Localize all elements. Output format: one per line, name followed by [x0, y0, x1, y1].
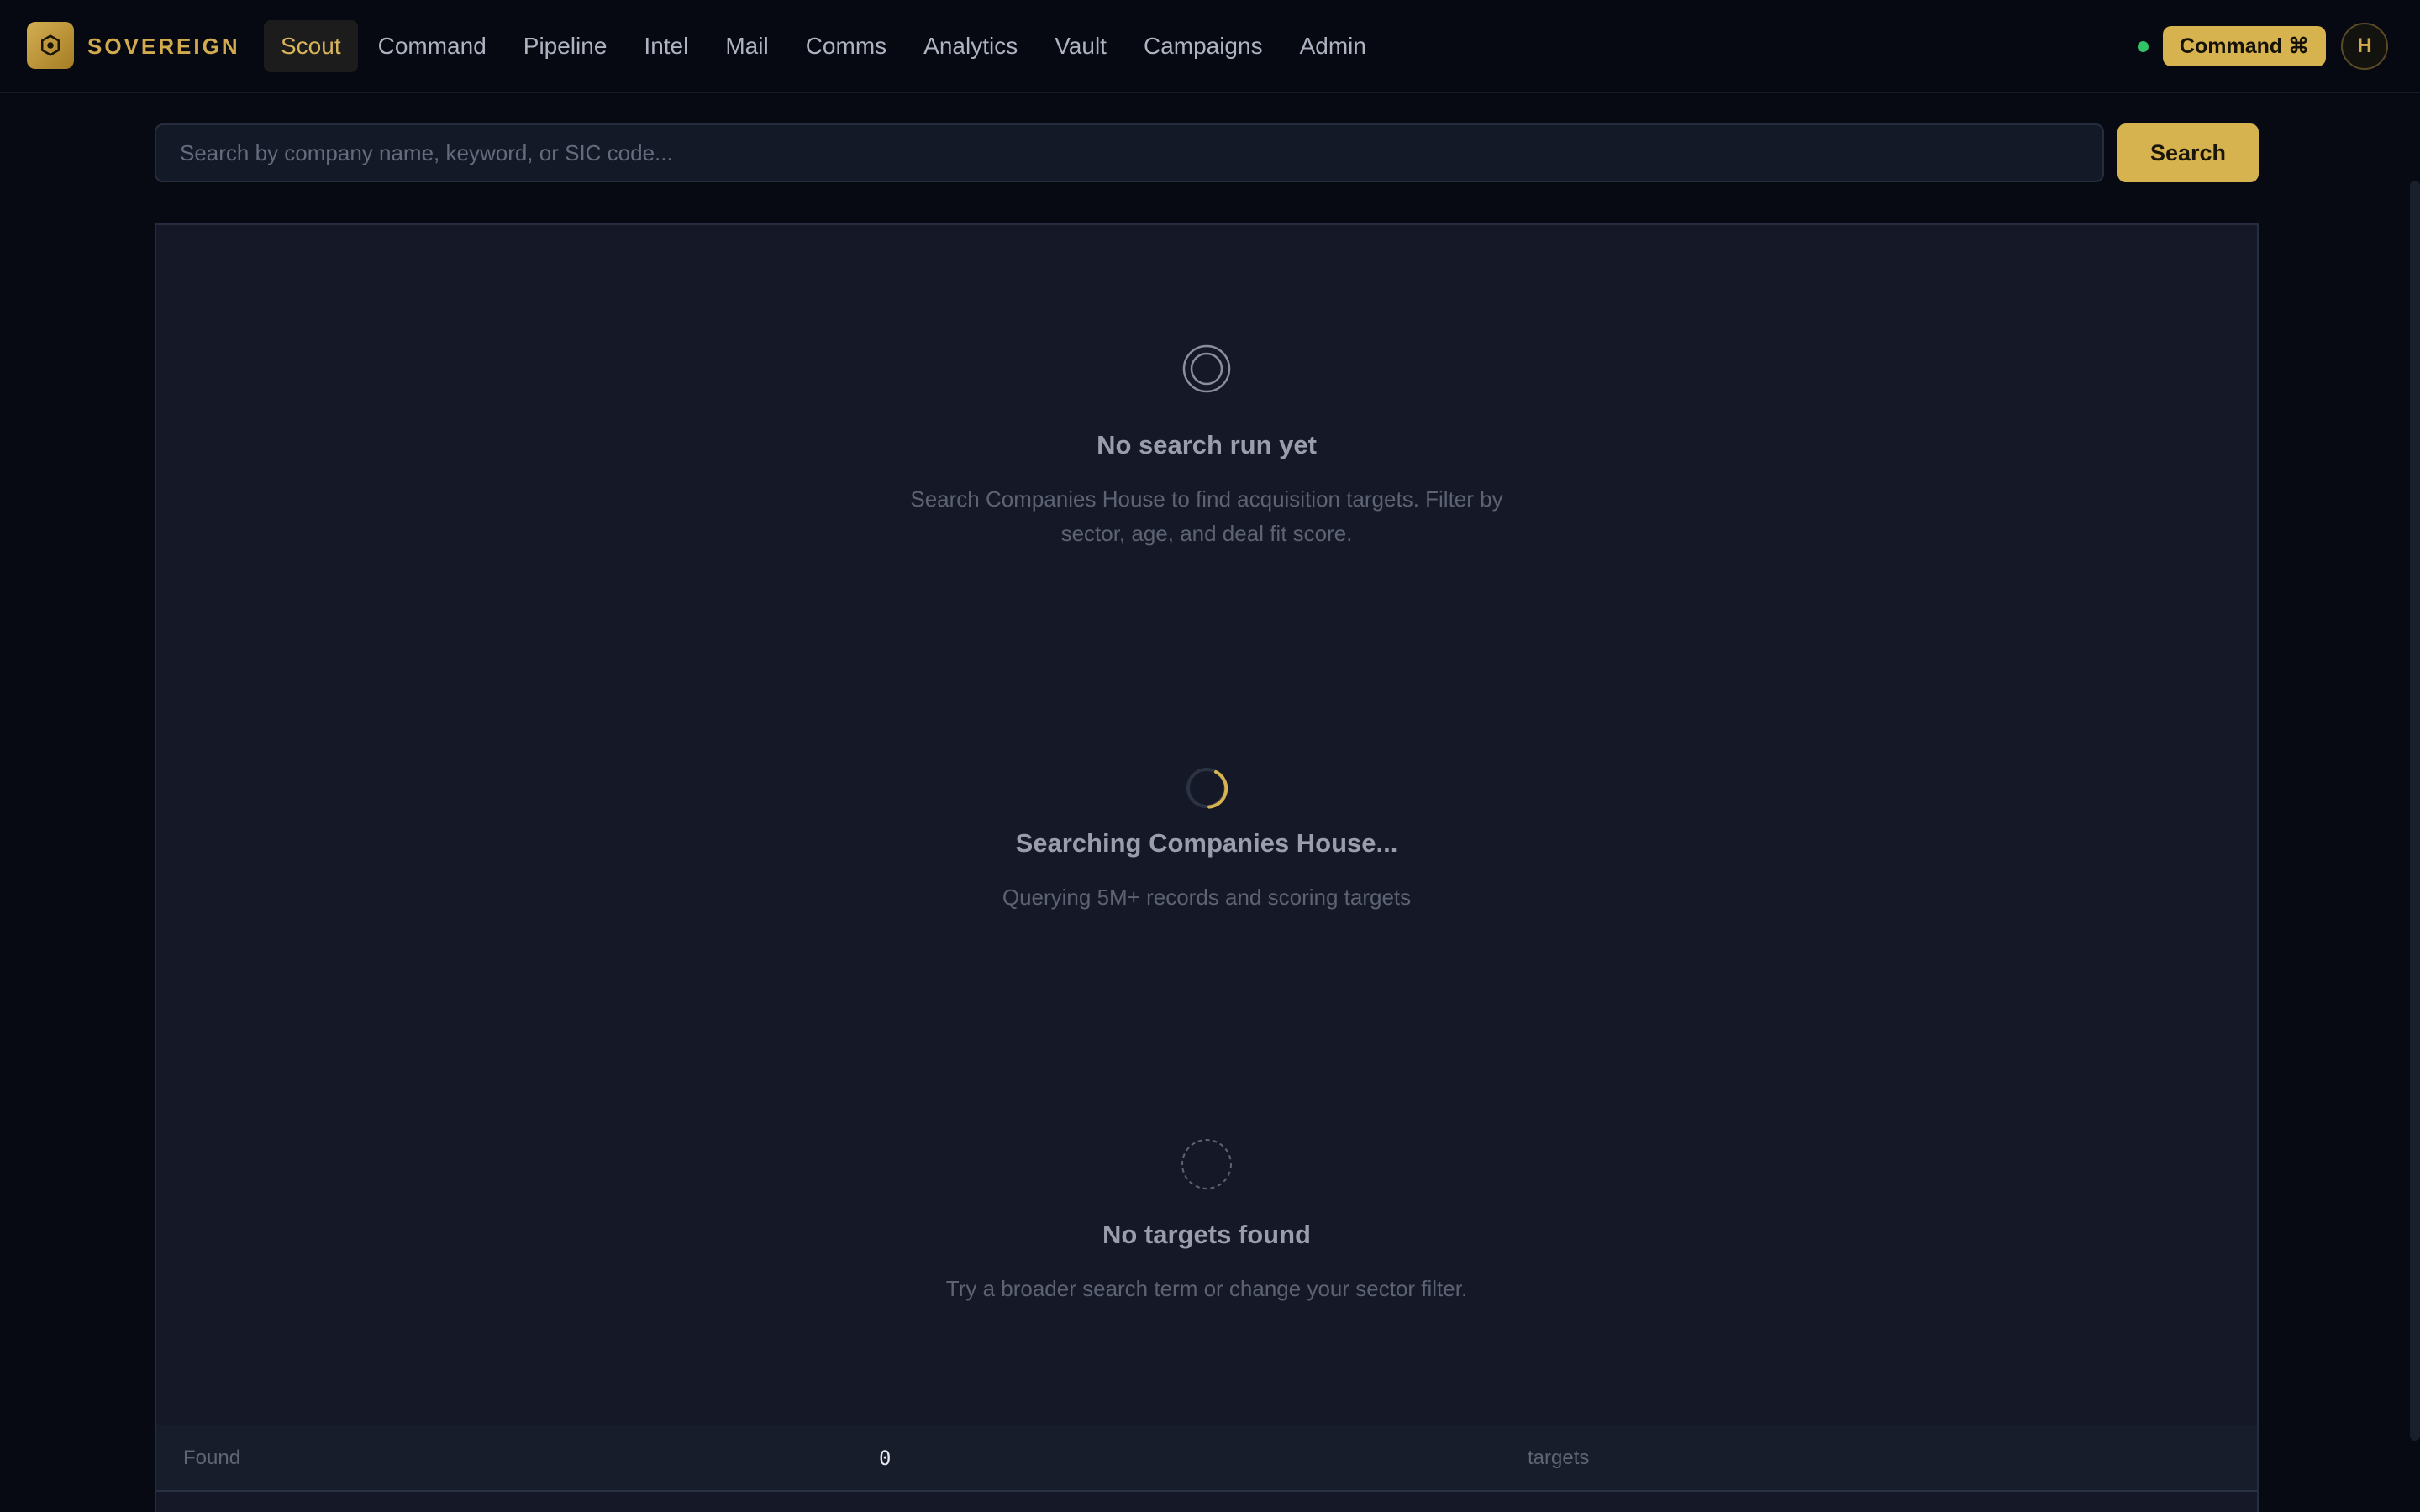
nav-item-admin[interactable]: Admin — [1283, 20, 1383, 72]
loading-state: Searching Companies House... Querying 5M… — [156, 766, 2257, 915]
results-count-value: 0 — [879, 1446, 892, 1470]
command-palette-button[interactable]: Command ⌘ — [2163, 26, 2326, 66]
online-status-indicator — [2138, 41, 2149, 52]
nav-item-mail[interactable]: Mail — [708, 20, 785, 72]
empty-state: No search run yet Search Companies House… — [156, 344, 2257, 551]
spinner-icon — [1186, 768, 1228, 809]
nav-item-intel[interactable]: Intel — [627, 20, 705, 72]
user-avatar[interactable]: H — [2341, 23, 2388, 70]
dashed-circle-icon — [1181, 1139, 1232, 1189]
target-icon — [1182, 344, 1231, 393]
search-button[interactable]: Search — [2118, 123, 2259, 182]
nav-item-analytics[interactable]: Analytics — [907, 20, 1034, 72]
results-count-unit: targets — [1528, 1446, 1590, 1469]
hexagon-logo-icon[interactable] — [27, 22, 74, 69]
nav-item-scout[interactable]: Scout — [264, 20, 358, 72]
nav-item-command[interactable]: Command — [361, 20, 503, 72]
page-scrollbar[interactable] — [2410, 181, 2420, 1441]
top-navigation-bar: SOVEREIGN Scout Command Pipeline Intel M… — [0, 0, 2420, 93]
results-count-label: Found — [183, 1446, 241, 1469]
no-results-state: No targets found Try a broader search te… — [156, 1137, 2257, 1306]
results-count-bar: Found 0 targets — [156, 1425, 2257, 1492]
nav-item-pipeline[interactable]: Pipeline — [507, 20, 624, 72]
company-search-input[interactable] — [155, 123, 2104, 182]
nav-item-vault[interactable]: Vault — [1038, 20, 1123, 72]
loading-state-title: Searching Companies House... — [1015, 828, 1398, 858]
loading-state-description: Querying 5M+ records and scoring targets — [1002, 885, 1412, 910]
results-panel: No search run yet Search Companies House… — [155, 223, 2259, 1512]
nav-item-comms[interactable]: Comms — [789, 20, 903, 72]
no-results-title: No targets found — [1102, 1220, 1311, 1249]
empty-state-description: Search Companies House to find acquisiti… — [910, 486, 1503, 546]
main-nav: Scout Command Pipeline Intel Mail Comms … — [264, 20, 1383, 72]
brand-name[interactable]: SOVEREIGN — [87, 32, 240, 60]
no-results-description: Try a broader search term or change your… — [945, 1276, 1468, 1301]
nav-item-campaigns[interactable]: Campaigns — [1127, 20, 1280, 72]
empty-state-title: No search run yet — [1097, 430, 1317, 459]
